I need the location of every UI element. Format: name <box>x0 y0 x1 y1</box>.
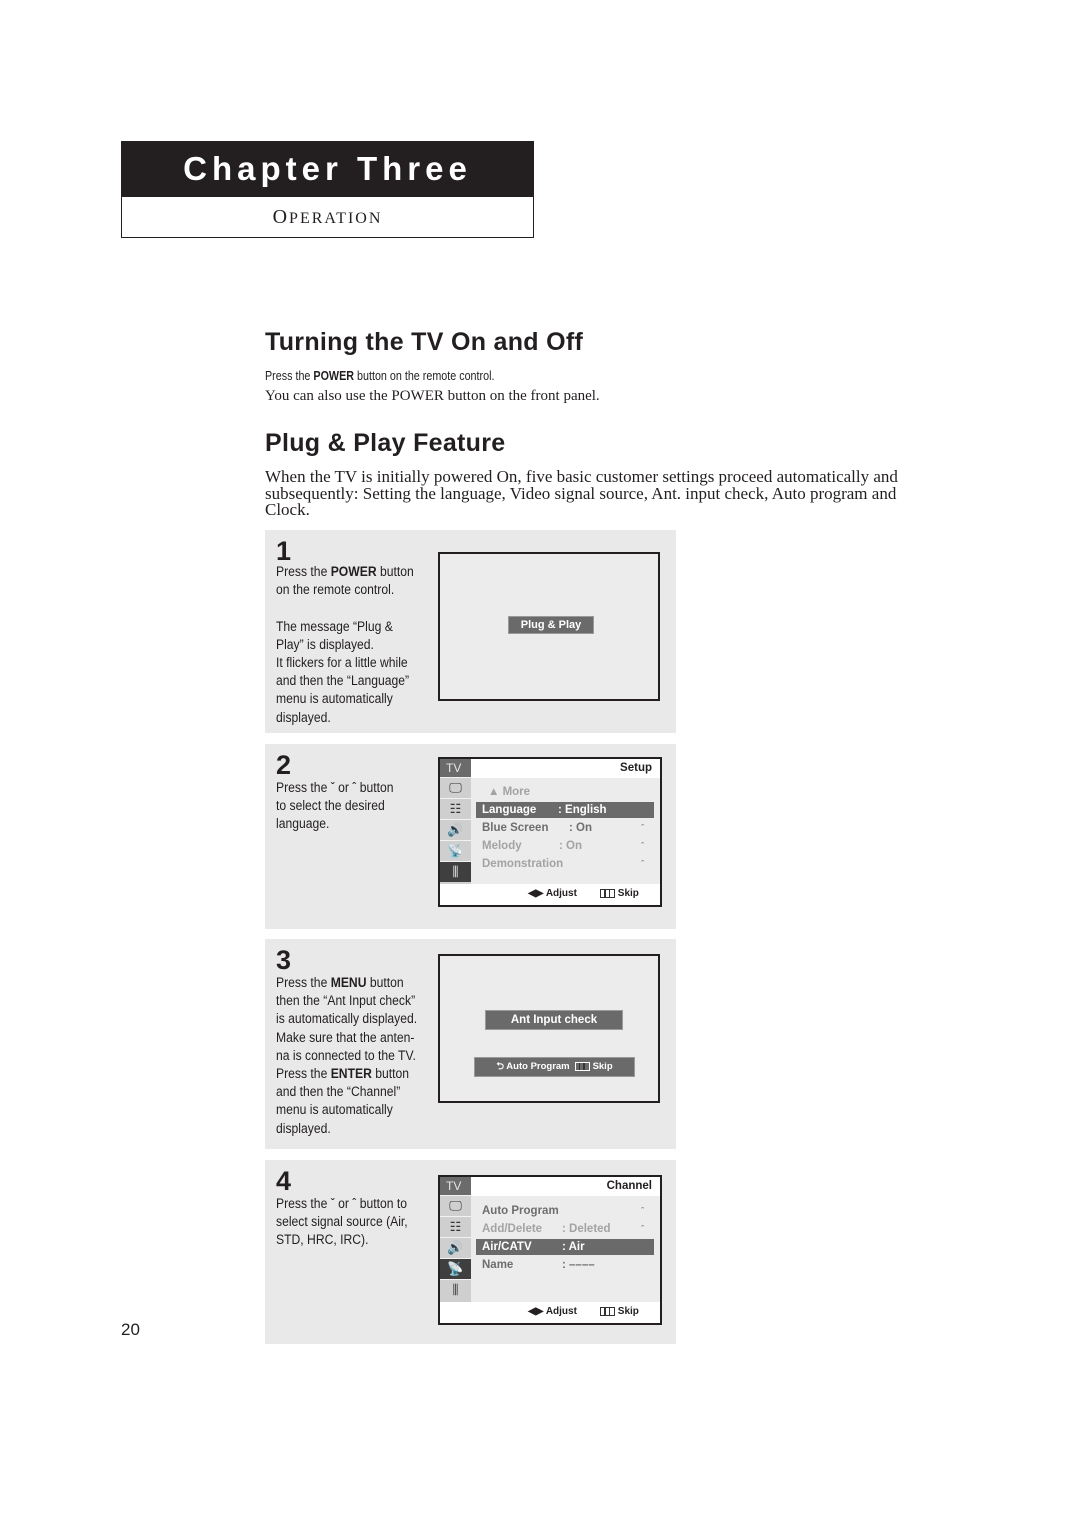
step-1: 1 Press the POWER button on the remote c… <box>265 530 676 733</box>
setup-menu: Setup TV 🖵 ☷ 🔊 📡 ⫼ ▲ More Language: Engl… <box>438 757 662 907</box>
step-number: 2 <box>276 750 292 780</box>
menu-title: Channel <box>606 1180 652 1192</box>
antenna-icon: 📡 <box>440 1258 471 1279</box>
menu-row-melody[interactable]: Melody: On ˆ <box>476 838 654 854</box>
page-number: 20 <box>121 1320 140 1339</box>
sound-bars-icon: ☷ <box>440 1216 471 1237</box>
tv-label: TV <box>440 1177 471 1195</box>
menu-row-language[interactable]: Language: English <box>476 802 654 818</box>
menu-sidebar: TV 🖵 ☷ 🔊 📡 ⫼ <box>440 759 471 884</box>
channel-menu: Channel TV 🖵 ☷ 🔊 📡 ⫼ Auto Program ˆ Add/D… <box>438 1175 662 1325</box>
menu-row-add-delete[interactable]: Add/Delete: Deleted ˆ <box>476 1221 654 1237</box>
plug-play-osd: Plug & Play <box>508 616 594 634</box>
menu-footer: ◀▶ Adjust Skip <box>440 884 660 905</box>
left-right-arrow-icon: ◀▶ <box>528 888 544 899</box>
speaker-icon: 🔊 <box>440 819 471 840</box>
setup-icon: ⫼ <box>440 1279 471 1300</box>
section-heading-power: Turning the TV On and Off <box>265 328 584 356</box>
step-number: 3 <box>276 945 292 975</box>
enter-icon: ⮌ <box>496 1061 504 1072</box>
up-arrow-icon: ˆ <box>641 859 644 869</box>
chapter-title: Chapter Three <box>122 142 533 197</box>
step-number: 4 <box>276 1166 292 1196</box>
menu-grid-icon <box>600 888 615 898</box>
tv-label: TV <box>440 759 471 777</box>
section-heading-plug-play: Plug & Play Feature <box>265 429 506 457</box>
setup-icon: ⫼ <box>440 861 471 882</box>
menu-grid-icon <box>574 1061 590 1071</box>
up-arrow-icon: ˆ <box>641 823 644 833</box>
power-instruction: Press the POWER button on the remote con… <box>265 369 495 383</box>
step-instruction: Press the ˇ or ˆ button to select the de… <box>276 780 394 832</box>
up-arrow-icon: ˆ <box>641 1224 644 1234</box>
menu-row-air-catv[interactable]: Air/CATV: Air <box>476 1239 654 1255</box>
power-note: You can also use the POWER button on the… <box>265 388 600 404</box>
step-instruction: Press the ˇ or ˆ button to select signal… <box>276 1196 408 1248</box>
step-3: 3 Press the MENU button then the “Ant In… <box>265 939 676 1149</box>
chapter-subtitle: OPERATION <box>272 206 383 228</box>
menu-row-name[interactable]: Name: –––– <box>476 1257 654 1273</box>
step-instruction: Press the MENU button then the “Ant Inpu… <box>276 975 418 1136</box>
menu-footer: ◀▶ Adjust Skip <box>440 1302 660 1323</box>
auto-program-skip-bar: ⮌ Auto Program Skip <box>474 1057 635 1077</box>
menu-row-demonstration[interactable]: Demonstration ˆ <box>476 856 654 872</box>
sound-bars-icon: ☷ <box>440 798 471 819</box>
menu-row-blue-screen[interactable]: Blue Screen: On ˆ <box>476 820 654 836</box>
menu-grid-icon <box>600 1306 615 1316</box>
plug-play-intro: When the TV is initially powered On, fiv… <box>265 467 898 519</box>
menu-row-auto-program[interactable]: Auto Program ˆ <box>476 1203 654 1219</box>
tv-screen: Ant Input check ⮌ Auto Program Skip <box>438 954 660 1103</box>
step-4: 4 Press the ˇ or ˆ button to select sign… <box>265 1160 676 1344</box>
picture-icon: 🖵 <box>440 1195 471 1216</box>
left-right-arrow-icon: ◀▶ <box>528 1306 544 1317</box>
up-arrow-icon: ˆ <box>641 1206 644 1216</box>
menu-title: Setup <box>620 762 652 774</box>
speaker-icon: 🔊 <box>440 1237 471 1258</box>
ant-input-check-osd: Ant Input check <box>485 1010 623 1030</box>
menu-sidebar: TV 🖵 ☷ 🔊 📡 ⫼ <box>440 1177 471 1302</box>
up-arrow-icon: ˆ <box>641 841 644 851</box>
step-2: 2 Press the ˇ or ˆ button to select the … <box>265 744 676 929</box>
menu-row-more[interactable]: ▲ More <box>476 784 654 800</box>
step-instruction: Press the POWER button on the remote con… <box>276 564 414 725</box>
antenna-icon: 📡 <box>440 840 471 861</box>
picture-icon: 🖵 <box>440 777 471 798</box>
tv-screen: Plug & Play <box>438 552 660 701</box>
chapter-header: Chapter Three OPERATION <box>121 141 534 238</box>
